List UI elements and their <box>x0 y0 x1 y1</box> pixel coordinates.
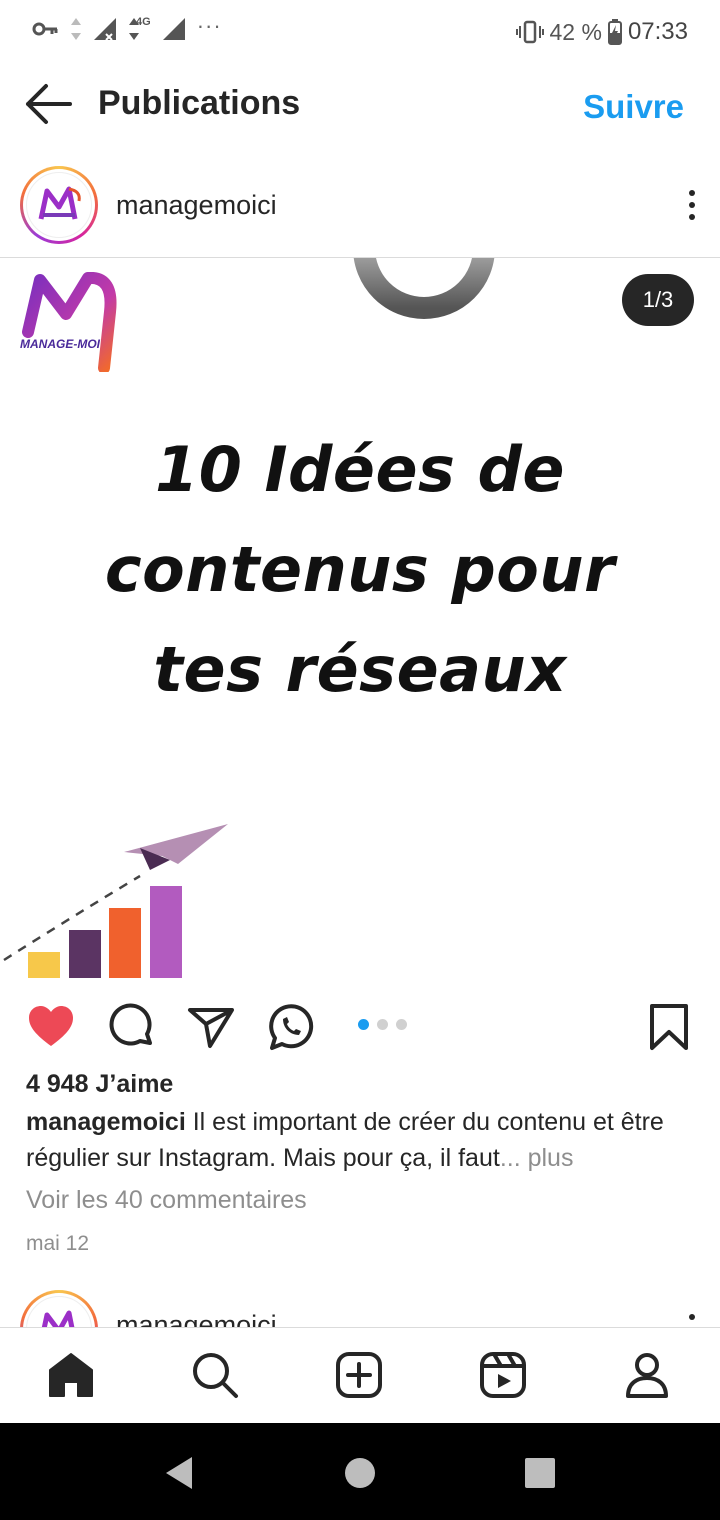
status-left: 4G ··· <box>30 13 222 44</box>
battery-percent: 42 % <box>549 18 602 45</box>
logo-text: MANAGE-MOI <box>20 337 101 351</box>
ring-decoration <box>353 258 495 319</box>
signal-off-icon <box>94 18 116 41</box>
post-image-title: 10 Idées de contenus pour tes réseaux <box>0 420 720 720</box>
dot <box>689 202 695 208</box>
dot <box>689 214 695 220</box>
bar <box>150 886 182 978</box>
view-comments-link[interactable]: Voir les 40 commentaires <box>26 1186 307 1215</box>
brand-logo-icon <box>41 1310 75 1328</box>
arrow-left-icon <box>26 84 72 124</box>
caption-username[interactable]: managemoici <box>26 1108 186 1136</box>
vibrate-icon <box>515 20 544 44</box>
post-username[interactable]: managemoici <box>116 190 277 221</box>
avatar[interactable] <box>20 166 98 244</box>
follow-button[interactable]: Suivre <box>583 88 684 126</box>
nav-create[interactable] <box>334 1350 384 1400</box>
post-date: mai 12 <box>26 1232 90 1255</box>
post-options-button[interactable] <box>682 186 702 226</box>
nav-search[interactable] <box>190 1350 240 1400</box>
whatsapp-icon <box>269 1004 314 1050</box>
post-actions <box>0 986 720 1064</box>
dot <box>689 1314 695 1320</box>
heart-filled-icon <box>29 1006 73 1046</box>
bar <box>28 952 60 978</box>
title-line: tes réseaux <box>153 633 567 706</box>
profile-icon <box>626 1353 668 1398</box>
more-notifications: ··· <box>196 13 222 38</box>
carousel-dot <box>358 1019 369 1030</box>
whatsapp-share-button[interactable] <box>266 1002 316 1052</box>
bookmark-icon <box>650 1004 688 1050</box>
home-icon <box>49 1353 93 1397</box>
post-image[interactable]: MANAGE-MOI 1/3 10 Idées de contenus pour… <box>0 258 720 986</box>
share-button[interactable] <box>186 1002 236 1052</box>
bottom-navigation <box>0 1327 720 1423</box>
search-icon <box>193 1353 238 1398</box>
network-type: 4G <box>136 16 151 28</box>
system-navigation-bar <box>0 1423 720 1520</box>
save-button[interactable] <box>644 1002 694 1052</box>
growth-chart-illustration <box>3 824 228 978</box>
like-button[interactable] <box>26 1002 76 1052</box>
carousel-indicator <box>358 1019 407 1030</box>
post-username[interactable]: managemoici <box>116 1310 277 1328</box>
triangle-back-icon <box>166 1457 192 1489</box>
clock: 07:33 <box>627 18 688 45</box>
nav-profile[interactable] <box>622 1350 672 1400</box>
square-recents-icon <box>525 1458 555 1488</box>
carousel-counter: 1/3 <box>622 274 694 326</box>
back-button[interactable] <box>22 82 74 126</box>
post-caption: managemoici Il est important de créer du… <box>26 1104 698 1176</box>
top-bar: Publications Suivre <box>0 64 720 148</box>
comment-icon <box>109 1003 152 1046</box>
comment-button[interactable] <box>106 1002 156 1052</box>
system-recents-button[interactable] <box>520 1453 560 1493</box>
dot <box>689 190 695 196</box>
circle-home-icon <box>345 1458 375 1488</box>
title-line: contenus pour <box>104 533 616 606</box>
post-header: managemoici <box>0 160 720 256</box>
status-right: 42 % 07:33 <box>515 18 688 46</box>
data-arrows-icon <box>71 18 81 40</box>
send-icon <box>188 1008 234 1048</box>
status-bar: 4G ··· 42 % 07:33 <box>0 0 720 64</box>
post-options-button[interactable] <box>682 1310 702 1328</box>
nav-home[interactable] <box>46 1350 96 1400</box>
page-title: Publications <box>98 84 301 122</box>
title-line: 10 Idées de <box>155 433 565 506</box>
bar <box>109 908 141 978</box>
bar <box>69 930 101 978</box>
likes-count[interactable]: 4 948 J’aime <box>26 1070 173 1099</box>
reels-icon <box>480 1352 526 1398</box>
create-icon <box>336 1352 382 1398</box>
system-back-button[interactable] <box>160 1453 200 1493</box>
brand-logo-icon <box>38 186 81 220</box>
signal-icon <box>162 18 185 40</box>
system-home-button[interactable] <box>340 1453 380 1493</box>
carousel-dot <box>377 1019 388 1030</box>
next-post-header: managemoici <box>0 1288 720 1328</box>
vpn-key-icon <box>32 22 58 36</box>
manage-moi-logo: MANAGE-MOI <box>20 272 117 372</box>
carousel-dot <box>396 1019 407 1030</box>
caption-more-link[interactable]: ... plus <box>500 1144 574 1172</box>
nav-reels[interactable] <box>478 1350 528 1400</box>
battery-charging-icon <box>607 19 622 45</box>
avatar[interactable] <box>20 1290 98 1328</box>
